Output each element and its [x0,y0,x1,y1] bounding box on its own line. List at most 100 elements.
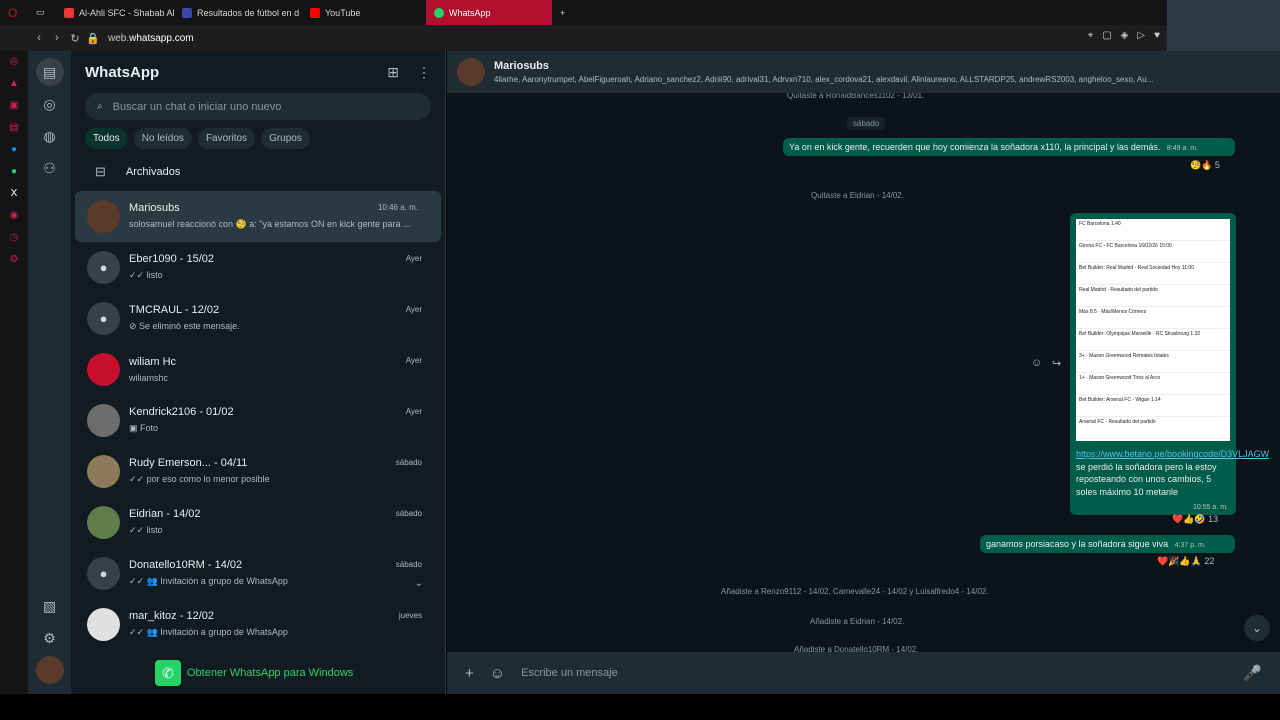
extension-icons: ⌖ ▢ ◈ ▷ ♥ [1088,30,1160,41]
search-icon: ⌕ [97,101,103,112]
chevron-down-icon[interactable]: ⌄ [415,578,423,589]
reload-icon[interactable]: ↻ [66,32,84,45]
conversation-header[interactable]: Mariosubs 4liarhe, Aaronytrumpet, AbelFi… [447,51,1280,93]
bet-line: Bet Builder: Olympique Marseille - RC St… [1076,329,1230,351]
chat-name: Eber1090 - 15/02 [129,253,215,265]
chat-row[interactable]: ● Donatello10RM - 14/02 ✓✓ 👥 Invitación a … [71,548,445,599]
attach-icon[interactable]: + [465,665,474,682]
back-icon[interactable]: ‹ [30,32,48,44]
chat-name: Rudy Emerson... - 04/11 [129,457,248,469]
speed-dial-icon[interactable]: ◎ [8,56,20,68]
profile-avatar[interactable] [35,656,64,684]
filter-todos[interactable]: Todos [85,128,128,149]
filter-favoritos[interactable]: Favoritos [197,128,256,149]
archived-row[interactable]: ⊟ Archivados [71,153,445,191]
heart-icon[interactable]: ♥ [1154,30,1160,41]
settings-icon[interactable]: ⚙ [8,254,20,266]
booking-link[interactable]: https://www.betano.pe/bookingcode/D3VLJA… [1076,449,1269,459]
whatsapp-sidebar-icon[interactable]: ● [8,166,20,178]
chat-row[interactable]: wiliam Hc wiliamshc Ayer [71,344,445,395]
scroll-down-button[interactable]: ⌄ [1244,615,1270,641]
history-icon[interactable]: ◷ [8,232,20,244]
messenger-icon[interactable]: ● [8,144,20,156]
chat-row[interactable]: Mariosubs solosamuel reaccionó con 🧐 a: "… [75,191,441,242]
settings-gear-icon[interactable]: ⚙ [36,624,64,652]
menu-icon[interactable]: ⋮ [417,64,431,81]
whatsapp-nav: ▤ ◎ ◍ ⚇ ▧ ⚙ [28,51,71,694]
shopping-icon[interactable]: ▣ [8,100,20,112]
search-box[interactable]: ⌕ [85,93,431,120]
bet-slip-image[interactable]: FC Barcelona 1.40 Girona FC - FC Barcelon… [1073,216,1233,444]
play-icon[interactable]: ▷ [1137,30,1145,41]
chat-row[interactable]: Kendrick2106 - 01/02 ▣ Foto Ayer [71,395,445,446]
media-icon[interactable]: ▧ [36,592,64,620]
tab-favicon-icon [64,7,74,18]
message-reactions[interactable]: 🧐🔥 5 [1190,160,1220,171]
bet-line: 3+ · Mason Greenwood Remates totales [1076,351,1230,373]
whatsapp-logo-icon: ✆ [155,660,181,686]
message-time: 8:49 a. m. [1166,145,1199,152]
chat-row[interactable]: Rudy Emerson... - 04/11 ✓✓ por eso como l… [71,446,445,497]
chat-row[interactable]: mar_kitoz - 12/02 ✓✓ 👥 Invitación a grupo… [71,599,445,650]
default-avatar-icon: ● [87,251,120,284]
chats-icon[interactable]: ▤ [35,58,64,86]
filter-no-leidos[interactable]: No leídos [133,128,192,149]
new-tab-button[interactable]: + [552,0,573,25]
avatar [87,200,120,233]
avatar [87,506,120,539]
snapshot-icon[interactable]: ▢ [1102,30,1111,41]
chat-time: Ayer [405,305,422,314]
forward-icon[interactable]: ↪ [1052,357,1061,370]
chat-filters: Todos No leídos Favoritos Grupos [71,120,445,149]
chat-row[interactable]: ● TMCRAUL - 12/02 ⊘ Se eliminó este mensaj… [71,293,445,344]
emoji-react-icon[interactable]: ☺ [1031,357,1042,369]
message-composer: + ☺ 🎤 [447,652,1280,694]
chat-time: 10:46 a. m. [377,203,418,212]
chat-name: Eidrian - 14/02 [129,508,201,520]
message-reactions[interactable]: ❤️🎉👍🙏 22 [1157,556,1214,567]
communities-icon[interactable]: ⚇ [36,154,64,182]
avatar [87,404,120,437]
shield-icon[interactable]: ◈ [1121,30,1129,41]
tab-alahli[interactable]: Al-Ahli SFC - Shabab Al A [56,0,174,25]
tab-youtube[interactable]: YouTube [302,0,426,25]
forward-icon[interactable]: › [48,32,66,44]
opera-logo[interactable]: O [0,0,28,25]
channels-icon[interactable]: ◍ [36,122,64,150]
message-bubble[interactable]: ganamos porsiacaso y la soñadora sigue v… [980,535,1235,553]
chat-list-header: WhatsApp ⊞ ⋮ [71,51,445,93]
chat-name: Kendrick2106 - 01/02 [129,406,234,418]
microphone-icon[interactable]: 🎤 [1243,664,1262,682]
tab-overview-icon[interactable]: ▭ [28,0,56,25]
chat-row[interactable]: ● Eber1090 - 15/02 ✓✓ listo Ayer [71,242,445,293]
message-reactions[interactable]: ❤️👍🤣 13 [1172,514,1218,525]
x-icon[interactable]: X [8,188,20,200]
bet-line: Bet Builder: Real Madrid - Real Sociedad… [1076,263,1230,285]
status-icon[interactable]: ◎ [36,90,64,118]
chat-preview: ✓✓ listo [129,525,163,535]
news-icon[interactable]: ▤ [8,122,20,134]
new-chat-icon[interactable]: ⊞ [387,64,399,81]
chat-name: wiliam Hc [129,355,177,368]
chat-preview: ⊘ Se eliminó este mensaje. [129,321,240,331]
default-avatar-icon: ● [87,302,120,335]
aria-icon[interactable]: ▲ [8,78,20,90]
search-input[interactable] [112,100,393,113]
tab-resultados[interactable]: Resultados de fútbol en d [174,0,302,25]
day-label: sábado [847,117,886,130]
message-bubble[interactable]: Ya on en kick gente, recuerden que hoy c… [783,138,1235,156]
avatar [87,455,120,488]
get-windows-app[interactable]: ✆ Obtener WhatsApp para Windows [155,652,353,694]
emoji-icon[interactable]: ☺ [490,665,505,682]
group-avatar[interactable] [457,58,485,86]
filter-grupos[interactable]: Grupos [261,128,310,149]
opera-sidebar: ◎ ▲ ▣ ▤ ● ● X ◉ ◷ ⚙ [0,51,28,694]
url-field[interactable]: web.whatsapp.com [108,33,194,44]
message-input[interactable] [521,667,1222,679]
archive-icon: ⊟ [95,164,106,179]
chat-row[interactable]: Eidrian - 14/02 ✓✓ listo sábado [71,497,445,548]
pin-icon[interactable]: ⌖ [1088,30,1094,41]
music-icon[interactable]: ◉ [8,210,20,222]
bet-line: Más 8.5 · Más/Menos Córners [1076,307,1230,329]
tab-whatsapp[interactable]: WhatsApp [426,0,552,25]
